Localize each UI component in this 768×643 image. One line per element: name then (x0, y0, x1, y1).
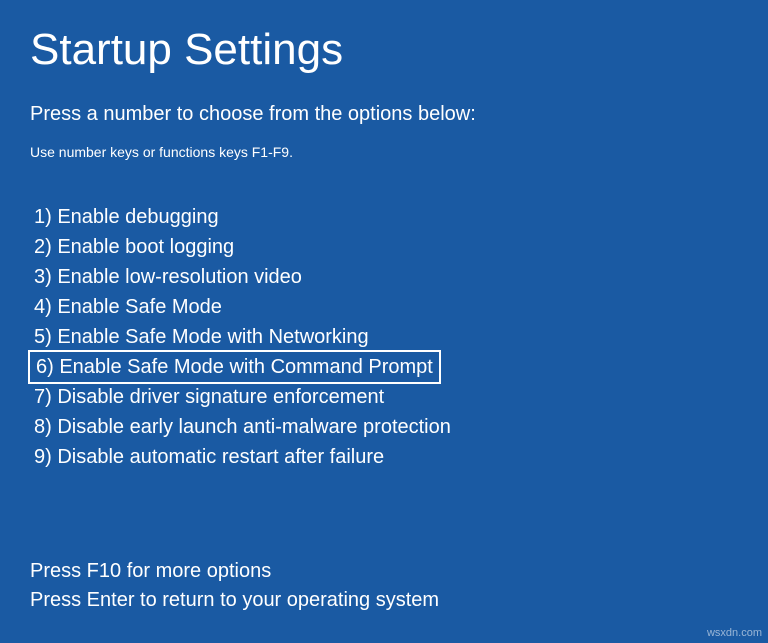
option-2[interactable]: 2) Enable boot logging (30, 232, 238, 262)
option-1[interactable]: 1) Enable debugging (30, 202, 223, 232)
subtitle-text: Press a number to choose from the option… (30, 103, 738, 126)
footer-return: Press Enter to return to your operating … (30, 586, 439, 615)
option-6[interactable]: 6) Enable Safe Mode with Command Prompt (28, 350, 441, 384)
option-7[interactable]: 7) Disable driver signature enforcement (30, 382, 388, 412)
option-4[interactable]: 4) Enable Safe Mode (30, 292, 226, 322)
option-8[interactable]: 8) Disable early launch anti-malware pro… (30, 412, 455, 442)
footer: Press F10 for more options Press Enter t… (30, 557, 439, 615)
option-5[interactable]: 5) Enable Safe Mode with Networking (30, 322, 373, 352)
watermark: wsxdn.com (707, 627, 762, 639)
footer-more-options: Press F10 for more options (30, 557, 439, 586)
option-9[interactable]: 9) Disable automatic restart after failu… (30, 442, 388, 472)
page-title: Startup Settings (30, 25, 738, 75)
hint-text: Use number keys or functions keys F1-F9. (30, 144, 738, 160)
options-list: 1) Enable debugging 2) Enable boot loggi… (30, 202, 738, 472)
option-3[interactable]: 3) Enable low-resolution video (30, 262, 306, 292)
